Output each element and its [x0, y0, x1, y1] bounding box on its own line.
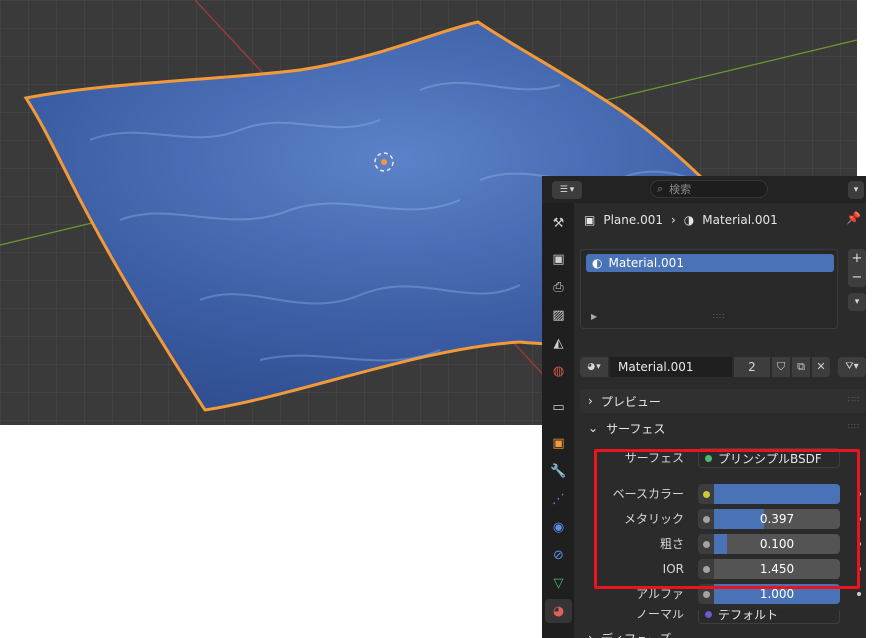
section-surface[interactable]: ⌄ サーフェス ∷∷ [580, 416, 866, 440]
slot-specials-button[interactable]: ▾ [848, 293, 866, 311]
normal-socket-dot [705, 610, 712, 618]
material-icon: ◕ [552, 603, 565, 619]
material-datablock-row: ◕ ▾ Material.001 2 ⛉ ⧉ ✕ ⛛▾ [580, 357, 866, 377]
fake-user-shield-icon[interactable]: ⛉ [772, 357, 790, 377]
render-icon: ▣ [552, 251, 565, 267]
material-sphere-icon: ◕ [587, 362, 596, 372]
chevron-down-icon: ▾ [596, 362, 601, 372]
tab-render[interactable]: ▣ [545, 247, 572, 271]
tab-tool[interactable]: ⚒ [545, 211, 572, 235]
collection-icon: ▭ [552, 399, 565, 415]
material-name-field[interactable]: Material.001 [610, 357, 732, 377]
particles-icon: ⋰ [552, 491, 565, 507]
header-options-button[interactable]: ▾ [848, 181, 864, 199]
mesh-data-icon: ▽ [553, 575, 564, 591]
unlink-close-icon[interactable]: ✕ [812, 357, 830, 377]
properties-tab-bar: ⚒ ▣ ⎙ ▨ ◭ ◍ ▭ ▣ 🔧 ⋰ ◉ ⊘ ▽ ◕ [542, 203, 574, 638]
world-icon: ◍ [552, 363, 565, 379]
user-count-button[interactable]: 2 [734, 357, 770, 377]
drag-grip-icon[interactable]: ∷∷ [848, 395, 860, 404]
tab-object[interactable]: ▣ [545, 431, 572, 455]
properties-header: ☰ ▾ ⌕ 検索 ▾ [542, 176, 866, 203]
search-placeholder: 検索 [669, 183, 692, 196]
material-slot-list[interactable]: ◐ Material.001 ▶ ∷∷ [580, 249, 838, 329]
physics-icon: ◉ [552, 519, 565, 535]
drag-grip-icon[interactable]: ∷∷ [848, 422, 860, 431]
chevron-down-icon: ▾ [569, 185, 575, 195]
tab-constraints[interactable]: ⊘ [545, 543, 572, 567]
object-icon: ▣ [584, 213, 596, 227]
node-filter-button[interactable]: ⛛▾ [838, 357, 866, 377]
tab-material[interactable]: ◕ [545, 599, 572, 623]
material-slot-label: Material.001 [608, 256, 684, 270]
duplicate-icon[interactable]: ⧉ [792, 357, 810, 377]
socket-dot-icon [702, 590, 710, 598]
section-diffuse-label: ディフューズ [601, 630, 672, 638]
tab-modifiers[interactable]: 🔧 [545, 459, 572, 483]
chevron-right-icon: › [588, 631, 593, 638]
material-icon: ◑ [683, 213, 695, 227]
normal-label: ノーマル [635, 610, 684, 621]
section-surface-label: サーフェス [606, 421, 666, 436]
printer-icon: ⎙ [553, 279, 564, 295]
remove-slot-button[interactable]: − [852, 270, 863, 285]
chevron-right-icon: › [670, 213, 676, 227]
section-preview-label: プレビュー [600, 394, 661, 409]
image-icon: ▨ [552, 307, 565, 323]
search-icon: ⌕ [657, 182, 664, 195]
normal-row: ノーマル デフォルト [580, 610, 866, 624]
properties-editor-icon: ☰ [559, 185, 568, 195]
tool-icon: ⚒ [552, 215, 565, 231]
highlight-annotation-box [594, 449, 860, 589]
normal-value: デフォルト [718, 610, 779, 622]
tab-view-layer[interactable]: ▨ [545, 303, 572, 327]
expand-icon[interactable]: ▶ [591, 312, 597, 321]
tab-data[interactable]: ▽ [545, 571, 572, 595]
breadcrumb-material: Material.001 [702, 213, 778, 227]
tab-collection[interactable]: ▭ [545, 395, 572, 419]
tab-output[interactable]: ⎙ [545, 275, 572, 299]
chevron-down-icon: ⌄ [588, 421, 599, 435]
scene-icon: ◭ [553, 335, 564, 351]
object-icon: ▣ [552, 435, 565, 451]
add-slot-button[interactable]: + [852, 251, 863, 266]
search-input[interactable]: ⌕ 検索 [650, 180, 768, 198]
resize-grip-icon[interactable]: ∷∷ [713, 312, 725, 321]
material-slot-item[interactable]: ◐ Material.001 [586, 254, 834, 272]
constraints-icon: ⊘ [553, 547, 564, 563]
breadcrumb: ▣ Plane.001 › ◑ Material.001 [584, 211, 778, 229]
material-sphere-icon: ◐ [592, 256, 603, 270]
tab-world[interactable]: ◍ [545, 359, 572, 383]
pin-icon[interactable]: 📌 [846, 211, 861, 225]
section-preview[interactable]: › プレビュー ∷∷ [580, 389, 866, 413]
chevron-right-icon: › [588, 394, 593, 408]
keyframe-dot-icon[interactable] [857, 592, 861, 596]
tab-particles[interactable]: ⋰ [545, 487, 572, 511]
editor-type-button[interactable]: ☰ ▾ [552, 181, 582, 199]
normal-selector[interactable]: デフォルト [698, 610, 840, 624]
wrench-icon: 🔧 [550, 463, 567, 479]
browse-material-button[interactable]: ◕ ▾ [580, 357, 608, 377]
tab-scene[interactable]: ◭ [545, 331, 572, 355]
slot-side-buttons: + − [848, 249, 866, 287]
tab-physics[interactable]: ◉ [545, 515, 572, 539]
section-diffuse[interactable]: › ディフューズ [580, 631, 866, 638]
breadcrumb-object: Plane.001 [603, 213, 663, 227]
